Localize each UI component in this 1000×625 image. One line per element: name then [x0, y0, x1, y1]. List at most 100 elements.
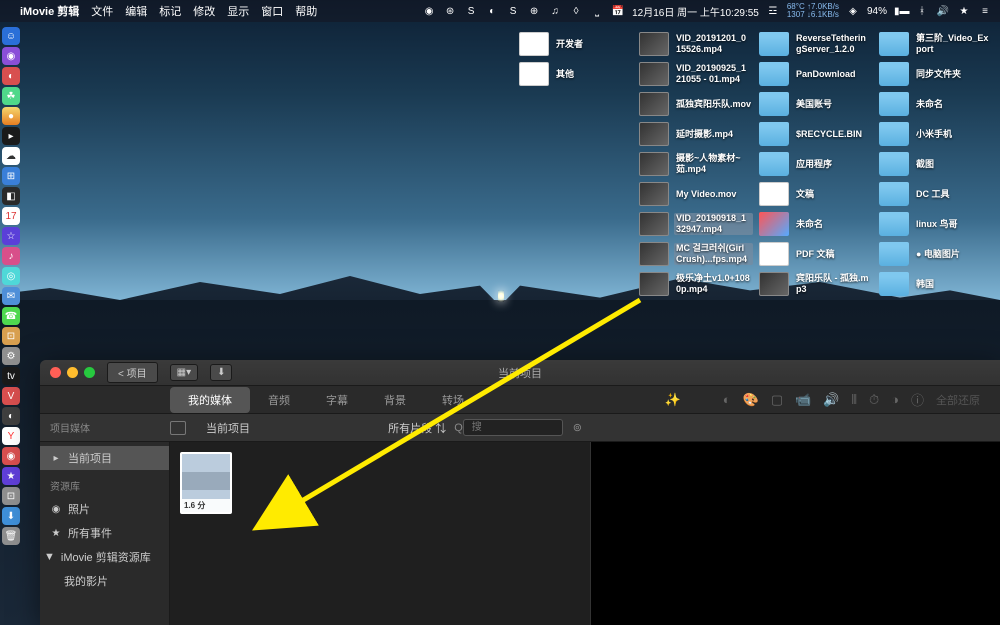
- dock-app[interactable]: ◉: [2, 447, 20, 465]
- dock-trash[interactable]: 🗑: [2, 527, 20, 545]
- dock-app[interactable]: ◐: [2, 407, 20, 425]
- bluetooth-icon[interactable]: ᚼ: [915, 6, 929, 17]
- menu-window[interactable]: 窗口: [261, 3, 283, 19]
- desktop-file[interactable]: 美国账号: [757, 90, 875, 118]
- dock-app[interactable]: ◐: [2, 67, 20, 85]
- toolbar-button[interactable]: ▦▾: [170, 364, 198, 381]
- noise-icon[interactable]: ⫴: [852, 392, 857, 408]
- dock-finder[interactable]: ☺: [2, 27, 20, 45]
- volume-icon[interactable]: 🔊: [823, 392, 839, 408]
- dock-app[interactable]: Y: [2, 427, 20, 445]
- titlebar[interactable]: < 项目 ▦▾ ⬇ 当前项目: [40, 360, 1000, 386]
- desktop-file[interactable]: 第三阶_Video_Export: [877, 30, 995, 58]
- adjust-icon[interactable]: ◐: [723, 392, 731, 407]
- preview-viewer[interactable]: [590, 442, 1000, 625]
- menu-help[interactable]: 帮助: [295, 3, 317, 19]
- sidebar-current-project[interactable]: ▸当前项目: [40, 446, 169, 470]
- dock-app[interactable]: ♪: [2, 247, 20, 265]
- app-menu[interactable]: iMovie 剪辑: [20, 3, 79, 19]
- desktop-file[interactable]: 孤独宾阳乐队.mov: [637, 90, 755, 118]
- dock-app[interactable]: ☆: [2, 227, 20, 245]
- dock-app[interactable]: ●: [2, 107, 20, 125]
- dock-app[interactable]: ▸: [2, 127, 20, 145]
- desktop-file[interactable]: My Video.mov: [637, 180, 755, 208]
- status-icon[interactable]: ☲: [766, 6, 780, 17]
- desktop-file[interactable]: 同步文件夹: [877, 60, 995, 88]
- tab-my-media[interactable]: 我的媒体: [170, 387, 250, 413]
- dock-app[interactable]: ◎: [2, 267, 20, 285]
- menu-file[interactable]: 文件: [91, 3, 113, 19]
- desktop-file[interactable]: $RECYCLE.BIN: [757, 120, 875, 148]
- sidebar-photos[interactable]: ◉照片: [40, 497, 169, 521]
- media-clip[interactable]: 1.6 分: [180, 452, 232, 514]
- desktop-file[interactable]: ReverseTetheringServer_1.2.0: [757, 30, 875, 58]
- desktop-file[interactable]: VID_20191201_015526.mp4: [637, 30, 755, 58]
- menu-mark[interactable]: 标记: [159, 3, 181, 19]
- dock-app[interactable]: ☘: [2, 87, 20, 105]
- sidebar-all-events[interactable]: ★所有事件: [40, 521, 169, 545]
- info-icon[interactable]: ⓘ: [911, 390, 924, 409]
- menu-modify[interactable]: 修改: [193, 3, 215, 19]
- status-icon[interactable]: ◐: [485, 6, 499, 17]
- desktop-file[interactable]: PanDownload: [757, 60, 875, 88]
- desktop-file[interactable]: 极乐净土v1.0+1080p.mp4: [637, 270, 755, 298]
- wifi-icon[interactable]: ◈: [846, 6, 860, 17]
- desktop-file[interactable]: 未命名: [757, 210, 875, 238]
- desktop-file[interactable]: 文稿: [757, 180, 875, 208]
- speed-icon[interactable]: ⏱: [869, 392, 879, 408]
- dock-app[interactable]: ◧: [2, 187, 20, 205]
- desktop-file[interactable]: VID_20190918_132947.mp4: [637, 210, 755, 238]
- status-icon[interactable]: S: [464, 6, 478, 17]
- view-toggle[interactable]: [170, 421, 186, 435]
- status-icon[interactable]: ⊛: [443, 6, 457, 17]
- dock-app[interactable]: 17: [2, 207, 20, 225]
- status-icon[interactable]: ◊: [569, 6, 583, 17]
- desktop-file[interactable]: 宾阳乐队 - 孤独.mp3: [757, 270, 875, 298]
- media-browser[interactable]: 1.6 分: [170, 442, 590, 625]
- dock-app[interactable]: ☎: [2, 307, 20, 325]
- desktop-file[interactable]: MC 걸크러쉬(Girl Crush)...fps.mp4: [637, 240, 755, 268]
- back-projects-button[interactable]: < 项目: [107, 362, 158, 383]
- desktop-file[interactable]: DC 工具: [877, 180, 995, 208]
- sidebar-my-movies[interactable]: 我的影片: [40, 569, 169, 593]
- desktop-file[interactable]: 应用程序: [757, 150, 875, 178]
- status-icon[interactable]: ⎵: [590, 6, 604, 17]
- desktop-file[interactable]: ● 电脑图片: [877, 240, 995, 268]
- dock-app[interactable]: ✉: [2, 287, 20, 305]
- crop-icon[interactable]: ▢: [771, 392, 783, 408]
- magic-wand-icon[interactable]: ✨: [665, 392, 681, 408]
- desktop-file[interactable]: 延时摄影.mp4: [637, 120, 755, 148]
- desktop-file[interactable]: 开发者: [517, 30, 635, 58]
- tab-audio[interactable]: 音频: [250, 387, 308, 413]
- dock-app[interactable]: V: [2, 387, 20, 405]
- search-input[interactable]: [463, 419, 563, 436]
- clip-filter-dropdown[interactable]: 所有片段 ⇅: [388, 420, 446, 436]
- datetime[interactable]: 12月16日 周一 上午10:29:55: [632, 4, 759, 19]
- close-button[interactable]: [50, 367, 61, 378]
- dock-app[interactable]: ⊡: [2, 487, 20, 505]
- battery-icon[interactable]: ▮▬: [894, 6, 908, 17]
- zoom-button[interactable]: [84, 367, 95, 378]
- desktop-file[interactable]: 未命名: [877, 90, 995, 118]
- dock-app[interactable]: ☁: [2, 147, 20, 165]
- tab-backgrounds[interactable]: 背景: [366, 387, 424, 413]
- sidebar-edit-library[interactable]: ▼ iMovie 剪辑资源库: [40, 545, 169, 569]
- desktop-file[interactable]: 截图: [877, 150, 995, 178]
- status-icon[interactable]: ◉: [422, 6, 436, 17]
- desktop-file[interactable]: 韩国: [877, 270, 995, 298]
- desktop-file[interactable]: linux 鸟哥: [877, 210, 995, 238]
- filter-icon[interactable]: ◑: [891, 392, 899, 407]
- dock-app[interactable]: ⬇: [2, 507, 20, 525]
- status-icon[interactable]: S: [506, 6, 520, 17]
- import-button[interactable]: ⬇: [210, 364, 232, 381]
- stabilize-icon[interactable]: 📹: [795, 392, 811, 408]
- menu-icon[interactable]: ≡: [978, 6, 992, 17]
- dock-app[interactable]: ⊞: [2, 167, 20, 185]
- desktop-file[interactable]: 摄影~人物素材~茹.mp4: [637, 150, 755, 178]
- desktop-file[interactable]: VID_20190925_121055 - 01.mp4: [637, 60, 755, 88]
- minimize-button[interactable]: [67, 367, 78, 378]
- calendar-icon[interactable]: 📅: [611, 6, 625, 17]
- dock-app[interactable]: ◉: [2, 47, 20, 65]
- desktop-file[interactable]: 小米手机: [877, 120, 995, 148]
- tab-titles[interactable]: 字幕: [308, 387, 366, 413]
